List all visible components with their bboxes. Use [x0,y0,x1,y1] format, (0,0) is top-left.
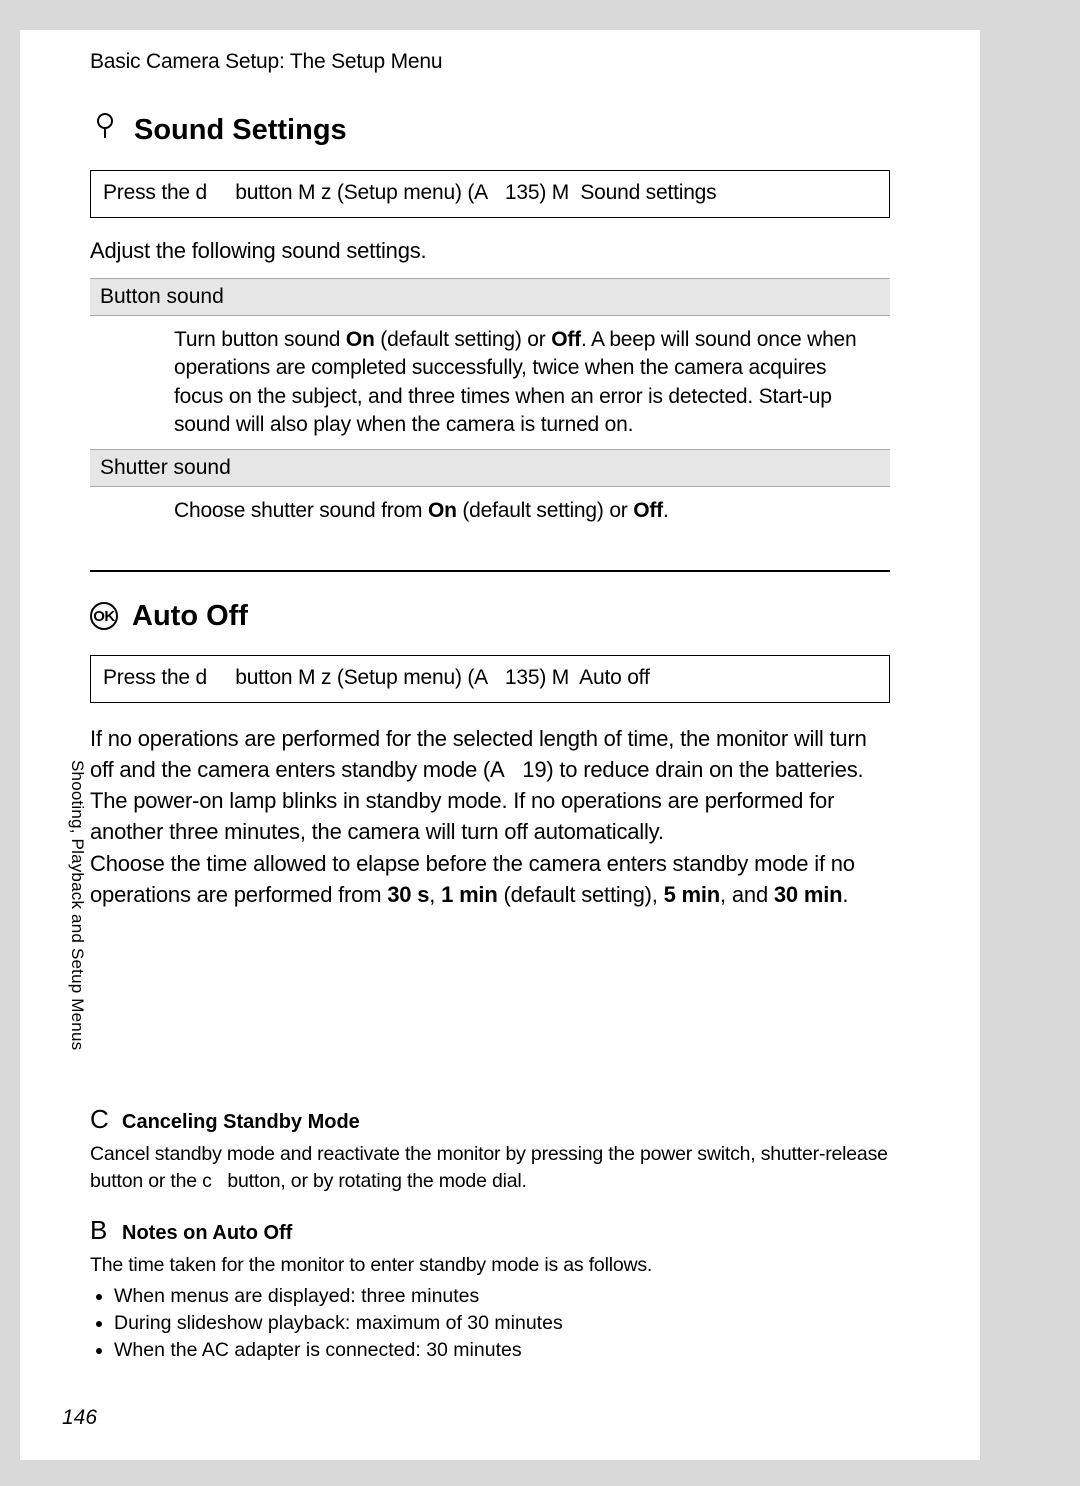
sound-icon [90,112,120,148]
nav-text: button M z (Setup menu) (A [235,666,488,689]
nav-text: Press the d [103,666,207,689]
list-item: During slideshow playback: maximum of 30… [114,1310,890,1337]
side-chapter-label: Shooting, Playback and Setup Menus [67,760,87,1050]
nav-text: Press the d [103,181,207,204]
option-header-shutter-sound: Shutter sound [90,449,890,487]
note-list-auto-off: When menus are displayed: three minutes … [90,1283,890,1365]
note-body-cancel: Cancel standby mode and reactivate the m… [90,1141,890,1195]
section-title-sound-settings: Sound Settings [90,112,890,148]
nav-text: 135) M [505,666,569,689]
note-title-auto-off: B Notes on Auto Off [90,1215,890,1246]
nav-text: Auto off [579,666,649,689]
breadcrumb: Basic Camera Setup: The Setup Menu [90,50,890,74]
nav-path-auto-off: Press the d button M z (Setup menu) (A 1… [90,655,890,703]
section-title-text: Sound Settings [134,114,347,147]
notes-block: C Canceling Standby Mode Cancel standby … [90,1104,890,1365]
option-body-shutter-sound: Choose shutter sound from On (default se… [90,487,890,535]
note-icon: C [90,1104,122,1135]
page-content: Basic Camera Setup: The Setup Menu Sound… [90,50,890,1365]
section-divider [90,570,890,572]
list-item: When menus are displayed: three minutes [114,1283,890,1310]
auto-off-description: If no operations are performed for the s… [90,723,890,910]
note-heading: Notes on Auto Off [122,1222,292,1245]
section-title-text: Auto Off [132,600,248,633]
options-table: Button sound Turn button sound On (defau… [90,278,890,536]
page: Shooting, Playback and Setup Menus 146 B… [0,0,1080,1486]
nav-path-sound: Press the d button M z (Setup menu) (A 1… [90,170,890,218]
nav-text: 135) M [505,181,569,204]
section-title-auto-off: OK Auto Off [90,600,890,633]
note-title-cancel: C Canceling Standby Mode [90,1104,890,1135]
note-intro-auto-off: The time taken for the monitor to enter … [90,1252,890,1279]
paper-area: Shooting, Playback and Setup Menus 146 B… [20,30,980,1460]
note-heading: Canceling Standby Mode [122,1111,360,1134]
nav-text: button M z (Setup menu) (A [235,181,488,204]
note-icon: B [90,1215,122,1246]
sound-intro: Adjust the following sound settings. [90,238,890,264]
option-body-button-sound: Turn button sound On (default setting) o… [90,316,890,449]
page-number: 146 [62,1406,97,1430]
nav-text: Sound settings [580,181,716,204]
ok-circle-icon: OK [90,602,118,630]
option-header-button-sound: Button sound [90,278,890,316]
list-item: When the AC adapter is connected: 30 min… [114,1337,890,1364]
